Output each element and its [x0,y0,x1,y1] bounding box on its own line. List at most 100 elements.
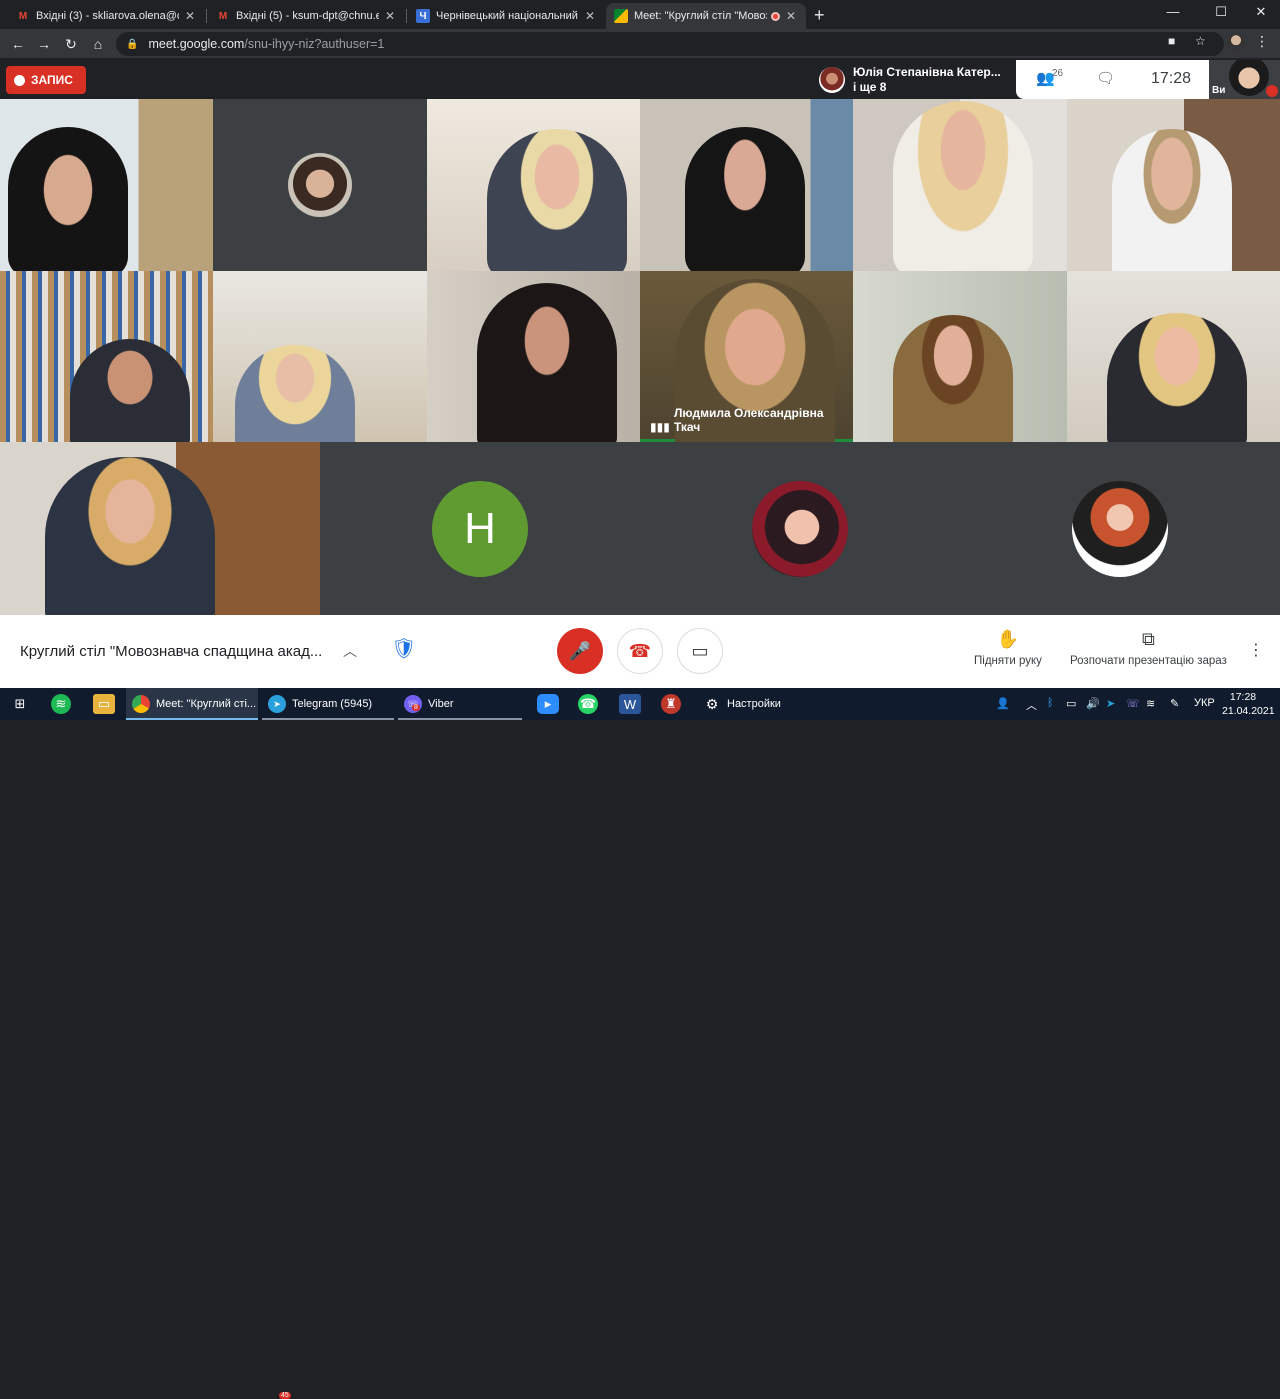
raise-hand-button[interactable]: ✋ Підняти руку [974,629,1042,667]
profile-avatar[interactable] [1227,33,1245,51]
maximize-button[interactable]: ☐ [1201,4,1241,20]
mic-off-icon: 🎤 [568,640,592,661]
battery-icon[interactable]: ▭ [1066,697,1076,710]
meet-icon [614,9,628,23]
presenter-info[interactable]: Юлія Степанівна Катер... і ще 8 [811,60,1016,99]
camera-button[interactable]: ▭ [677,628,723,674]
presenter-avatar [819,66,845,93]
present-now-button[interactable]: ⧉ Розпочати презентацію зараз [1070,629,1227,667]
participant-video [477,283,617,442]
spotify-icon[interactable]: ≋ [51,694,71,714]
edit-icon[interactable]: ✎ [1170,697,1179,710]
hang-up-icon: ☎ [628,640,652,661]
tab-gmail-2[interactable]: M Вхідні (5) - ksum-dpt@chnu.edu ✕ [208,3,405,29]
system-clock[interactable]: 17:28 21.04.2021 [1222,690,1275,718]
muted-mic-icon [1266,85,1278,97]
participant-name: Людмила Олександрівна Ткач [674,406,824,434]
shield-icon[interactable]: 🛡 [391,636,417,664]
participant-video [70,339,190,442]
participant-tile[interactable]: Н [320,442,640,615]
participant-tile[interactable] [213,271,427,442]
chevron-up-icon[interactable]: ︿ [343,641,357,661]
viber-tray-icon[interactable]: ☏ [1126,697,1140,710]
forward-arrow-icon[interactable]: → [33,34,55,54]
meeting-controls-bar: Круглий стіл "Мовознавча спадщина акад..… [0,615,1280,688]
home-icon[interactable]: ⌂ [87,34,109,54]
participant-tile[interactable] [853,99,1067,271]
close-icon[interactable]: ✕ [583,9,597,23]
bluetooth-icon[interactable]: ᛒ [1047,697,1054,709]
participant-tile-speaking[interactable]: ▮▮▮ Людмила Олександрівна Ткач [640,271,853,442]
whatsapp-icon[interactable]: ☎ [578,694,598,714]
mute-microphone-button[interactable]: 🎤 [557,628,603,674]
taskbar-app-label: Meet: "Круглий сті... [156,698,257,710]
keyboard-language[interactable]: УКР [1194,697,1215,709]
participant-video [1112,129,1232,271]
participant-tile[interactable] [1067,99,1280,271]
telegram-tray-icon[interactable]: ➤ [1106,697,1115,710]
leave-call-button[interactable]: ☎ [617,628,663,674]
close-icon[interactable]: ✕ [784,9,798,23]
back-arrow-icon[interactable]: ← [7,34,29,54]
camera-permission-icon[interactable]: ■ [1168,34,1175,48]
tab-meet[interactable]: Meet: "Круглий стіл "Мовоз ✕ [606,3,806,29]
tab-label: Вхідні (5) - ksum-dpt@chnu.edu [236,10,379,22]
taskbar-app-telegram[interactable]: ➤ Telegram (5945) [262,688,394,720]
participant-tile[interactable] [960,442,1280,615]
tray-expand-icon[interactable]: ︿ [1026,697,1037,713]
system-time: 17:28 [1229,691,1257,703]
telegram-badge: 45 [279,1392,291,1399]
taskbar-app-chrome[interactable]: Meet: "Круглий сті... [126,688,258,720]
participant-video [487,129,627,271]
browser-menu-icon[interactable]: ⋮ [1255,33,1269,50]
lock-icon: 🔒 [126,38,139,50]
wifi-icon[interactable]: ≋ [1146,697,1155,710]
bookmark-star-icon[interactable]: ☆ [1195,34,1206,48]
participant-tile[interactable] [427,271,640,442]
meeting-title[interactable]: Круглий стіл "Мовознавча спадщина акад..… [20,643,322,660]
taskbar-app-label: Telegram (5945) [292,698,373,710]
recording-label: ЗАПИС [31,73,73,87]
self-view-tile[interactable]: Ви [1209,60,1280,99]
participant-tile[interactable] [0,271,213,442]
raise-hand-label: Підняти руку [974,655,1042,667]
chat-icon[interactable]: 🗨 [1096,69,1115,87]
word-icon[interactable]: W [619,694,641,714]
address-bar[interactable]: 🔒 meet.google.com/snu-ihyy-niz?authuser=… [116,32,1224,56]
participant-tile[interactable] [213,99,427,271]
system-date: 21.04.2021 [1222,705,1275,717]
minimize-button[interactable]: — [1153,4,1193,19]
participant-tile[interactable] [0,99,213,271]
hand-icon: ✋ [996,629,1020,649]
volume-icon[interactable]: 🔊 [1086,697,1100,710]
people-icon[interactable]: 👤 [996,697,1010,710]
participant-tile[interactable] [640,99,853,271]
tab-university[interactable]: Ч Чернівецький національний ун ✕ [408,3,605,29]
recording-icon [771,11,780,21]
app-icon[interactable]: ♜ [661,694,681,714]
tab-label: Вхідні (3) - skliarova.olena@chnu [36,10,179,22]
presenter-name: Юлія Степанівна Катер... [853,64,1001,79]
meet-clock: 17:28 [1151,70,1192,87]
self-label: Ви [1212,85,1226,96]
present-label: Розпочати презентацію зараз [1070,655,1227,667]
tab-gmail-1[interactable]: M Вхідні (3) - skliarova.olena@chnu ✕ [8,3,205,29]
participant-tile[interactable] [0,442,320,615]
file-explorer-icon[interactable]: ▭ [93,694,115,714]
participant-tile[interactable] [1067,271,1280,442]
close-icon[interactable]: ✕ [383,9,397,23]
windows-start-icon[interactable]: ⊞ [9,694,31,714]
participant-tile[interactable] [640,442,960,615]
close-window-button[interactable]: ✕ [1241,4,1280,20]
reload-icon[interactable]: ↻ [60,34,82,54]
close-icon[interactable]: ✕ [183,9,197,23]
taskbar-app-settings[interactable]: ⚙ Настройки [697,688,821,720]
more-options-icon[interactable]: ⋮ [1248,640,1264,660]
participant-tile[interactable] [853,271,1067,442]
tab-separator [406,9,407,23]
participant-tile[interactable] [427,99,640,271]
self-video [1229,60,1269,96]
new-tab-button[interactable]: + [814,5,825,26]
viber-badge: 8 [412,704,420,711]
zoom-icon[interactable]: ▸ [537,694,559,714]
